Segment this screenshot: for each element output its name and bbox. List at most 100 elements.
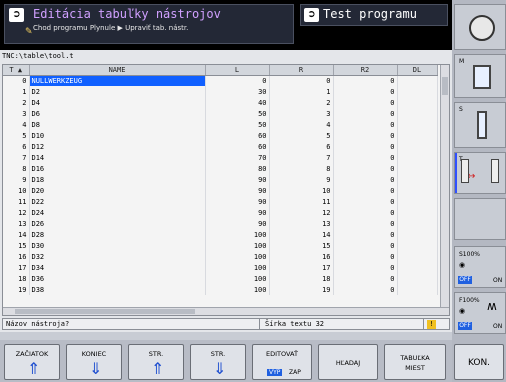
cell-dl[interactable] bbox=[397, 251, 438, 262]
cell-dl[interactable] bbox=[397, 240, 438, 251]
cell-l[interactable]: 30 bbox=[205, 86, 270, 97]
col-header-name[interactable]: NAME bbox=[29, 65, 206, 76]
table-row[interactable]: 19 D38 100 19 0 bbox=[3, 284, 438, 295]
cell-name[interactable]: D30 bbox=[29, 240, 206, 251]
cell-dl[interactable] bbox=[397, 207, 438, 218]
cell-r[interactable]: 7 bbox=[269, 152, 334, 163]
cell-dl[interactable] bbox=[397, 262, 438, 273]
table-row[interactable]: 0 NULLWERKZEUG 0 0 0 bbox=[3, 75, 438, 86]
softkey-start[interactable]: ZAČIATOK ⇑ bbox=[4, 344, 60, 380]
cell-l[interactable]: 90 bbox=[205, 196, 270, 207]
cell-t[interactable]: 2 bbox=[3, 97, 30, 108]
cell-t[interactable]: 19 bbox=[3, 284, 30, 295]
cell-l[interactable]: 40 bbox=[205, 97, 270, 108]
cell-r[interactable]: 14 bbox=[269, 229, 334, 240]
cell-name[interactable]: D18 bbox=[29, 174, 206, 185]
spindle-override-box[interactable]: S100% ◉ OFF ON bbox=[454, 246, 506, 288]
cell-name[interactable]: D36 bbox=[29, 273, 206, 284]
table-row[interactable]: 18 D36 100 18 0 bbox=[3, 273, 438, 284]
cell-t[interactable]: 3 bbox=[3, 108, 30, 119]
cell-r2[interactable]: 0 bbox=[333, 262, 398, 273]
table-row[interactable]: 16 D32 100 16 0 bbox=[3, 251, 438, 262]
table-row[interactable]: 15 D30 100 15 0 bbox=[3, 240, 438, 251]
table-row[interactable]: 2 D4 40 2 0 bbox=[3, 97, 438, 108]
cell-dl[interactable] bbox=[397, 218, 438, 229]
cell-dl[interactable] bbox=[397, 152, 438, 163]
cell-l[interactable]: 50 bbox=[205, 108, 270, 119]
cell-l[interactable]: 90 bbox=[205, 207, 270, 218]
cell-dl[interactable] bbox=[397, 273, 438, 284]
cell-r2[interactable]: 0 bbox=[333, 284, 398, 295]
cell-t[interactable]: 9 bbox=[3, 174, 30, 185]
cell-name[interactable]: D10 bbox=[29, 130, 206, 141]
cell-r2[interactable]: 0 bbox=[333, 86, 398, 97]
spindle-on-label[interactable]: ON bbox=[493, 277, 502, 284]
table-row[interactable]: 1 D2 30 1 0 bbox=[3, 86, 438, 97]
cell-r2[interactable]: 0 bbox=[333, 229, 398, 240]
cell-name[interactable]: D12 bbox=[29, 141, 206, 152]
cell-l[interactable]: 70 bbox=[205, 152, 270, 163]
cell-r[interactable]: 15 bbox=[269, 240, 334, 251]
cell-dl[interactable] bbox=[397, 97, 438, 108]
cell-dl[interactable] bbox=[397, 86, 438, 97]
cell-r[interactable]: 13 bbox=[269, 218, 334, 229]
cell-dl[interactable] bbox=[397, 141, 438, 152]
cell-t[interactable]: 14 bbox=[3, 229, 30, 240]
cell-name[interactable]: D38 bbox=[29, 284, 206, 295]
cell-dl[interactable] bbox=[397, 284, 438, 295]
cell-r[interactable]: 17 bbox=[269, 262, 334, 273]
cell-r[interactable]: 0 bbox=[269, 75, 334, 86]
cell-r[interactable]: 2 bbox=[269, 97, 334, 108]
cell-t[interactable]: 15 bbox=[3, 240, 30, 251]
table-row[interactable]: 13 D26 90 13 0 bbox=[3, 218, 438, 229]
cell-t[interactable]: 18 bbox=[3, 273, 30, 284]
table-row[interactable]: 10 D20 90 10 0 bbox=[3, 185, 438, 196]
col-header-l[interactable]: L bbox=[205, 65, 270, 76]
cell-t[interactable]: 4 bbox=[3, 119, 30, 130]
feed-on-label[interactable]: ON bbox=[493, 323, 502, 330]
cell-name[interactable]: D24 bbox=[29, 207, 206, 218]
tool-table[interactable]: T ▲ NAME L R R2 DL 0 NULLWERKZEUG 0 0 0 1 D2 30… bbox=[2, 64, 450, 316]
cell-t[interactable]: 8 bbox=[3, 163, 30, 174]
table-row[interactable]: 14 D28 100 14 0 bbox=[3, 229, 438, 240]
cell-l[interactable]: 90 bbox=[205, 174, 270, 185]
softkey-page-up[interactable]: STR. ⇑ bbox=[128, 344, 184, 380]
cell-l[interactable]: 100 bbox=[205, 262, 270, 273]
feed-override-box[interactable]: F100% ʍ ◉ OFF ON bbox=[454, 292, 506, 334]
edit-on-toggle[interactable]: ZAP bbox=[287, 369, 303, 376]
cell-l[interactable]: 50 bbox=[205, 119, 270, 130]
cell-l[interactable]: 100 bbox=[205, 240, 270, 251]
cell-t[interactable]: 10 bbox=[3, 185, 30, 196]
cell-r2[interactable]: 0 bbox=[333, 141, 398, 152]
cell-name[interactable]: NULLWERKZEUG bbox=[29, 75, 206, 86]
tool-box[interactable]: T ↔ bbox=[454, 152, 506, 194]
cell-r2[interactable]: 0 bbox=[333, 251, 398, 262]
m-function-box[interactable]: M bbox=[454, 54, 506, 98]
cell-dl[interactable] bbox=[397, 174, 438, 185]
cell-r2[interactable]: 0 bbox=[333, 152, 398, 163]
cell-dl[interactable] bbox=[397, 163, 438, 174]
cell-t[interactable]: 7 bbox=[3, 152, 30, 163]
cell-t[interactable]: 6 bbox=[3, 141, 30, 152]
cell-r[interactable]: 9 bbox=[269, 174, 334, 185]
cell-dl[interactable] bbox=[397, 130, 438, 141]
cell-name[interactable]: D32 bbox=[29, 251, 206, 262]
cell-r2[interactable]: 0 bbox=[333, 75, 398, 86]
table-row[interactable]: 4 D8 50 4 0 bbox=[3, 119, 438, 130]
cell-r[interactable]: 16 bbox=[269, 251, 334, 262]
cell-dl[interactable] bbox=[397, 108, 438, 119]
cell-r2[interactable]: 0 bbox=[333, 185, 398, 196]
cell-r2[interactable]: 0 bbox=[333, 97, 398, 108]
cell-name[interactable]: D2 bbox=[29, 86, 206, 97]
cell-r2[interactable]: 0 bbox=[333, 240, 398, 251]
table-row[interactable]: 11 D22 90 11 0 bbox=[3, 196, 438, 207]
cell-l[interactable]: 80 bbox=[205, 163, 270, 174]
cell-l[interactable]: 60 bbox=[205, 130, 270, 141]
cell-t[interactable]: 13 bbox=[3, 218, 30, 229]
cell-r[interactable]: 8 bbox=[269, 163, 334, 174]
cell-r[interactable]: 12 bbox=[269, 207, 334, 218]
cell-name[interactable]: D28 bbox=[29, 229, 206, 240]
feed-off-button[interactable]: OFF bbox=[458, 322, 472, 330]
cell-r[interactable]: 10 bbox=[269, 185, 334, 196]
softkey-end-edit[interactable]: KON. bbox=[454, 344, 504, 380]
